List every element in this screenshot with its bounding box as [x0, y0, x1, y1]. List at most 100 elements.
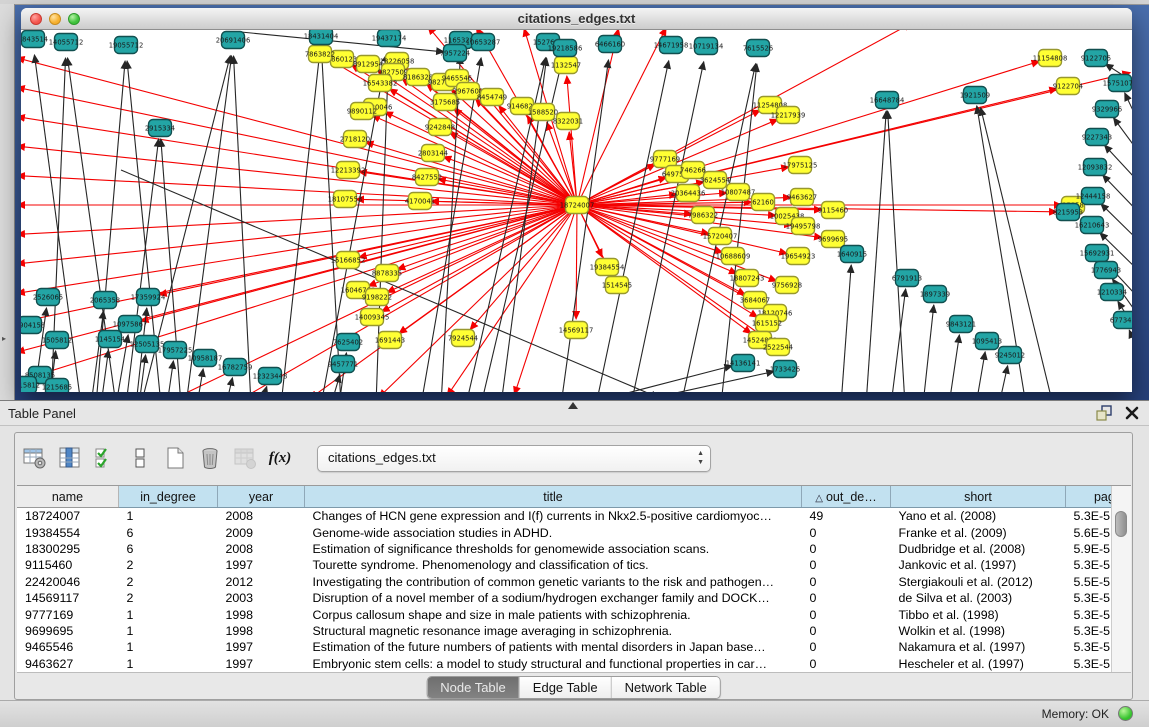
table-row[interactable]: 1456911722003Disruption of a novel membe…: [17, 590, 1131, 606]
graph-edge[interactable]: [1129, 330, 1132, 370]
column-visibility-icon[interactable]: [56, 444, 84, 472]
graph-edge[interactable]: [21, 58, 577, 205]
graph-edge[interactable]: [923, 305, 934, 392]
graph-node[interactable]: 8215953: [1053, 204, 1083, 221]
graph-node[interactable]: 9242848: [425, 119, 455, 136]
table-row[interactable]: 1872400712008Changes of HCN gene express…: [17, 508, 1131, 525]
graph-edge[interactable]: [21, 146, 577, 205]
table-cell[interactable]: Genome-wide association studies in ADHD.: [305, 524, 802, 540]
graph-node[interactable]: 2522544: [763, 339, 793, 356]
graph-node[interactable]: 18431404: [304, 30, 339, 45]
graph-node[interactable]: 17359924: [131, 289, 166, 306]
delete-table-icon[interactable]: [231, 444, 259, 472]
graph-edge[interactable]: [167, 361, 173, 392]
table-cell[interactable]: 1998: [218, 623, 305, 639]
graph-edge[interactable]: [1114, 118, 1132, 162]
graph-node[interactable]: 19055712: [109, 37, 144, 54]
table-cell[interactable]: 1997: [218, 656, 305, 672]
graph-node[interactable]: 12213392: [331, 162, 366, 179]
graph-node[interactable]: 9457771: [328, 356, 358, 373]
table-cell[interactable]: 1997: [218, 557, 305, 573]
graph-edge[interactable]: [21, 117, 577, 205]
table-cell[interactable]: Estimation of significance thresholds fo…: [305, 541, 802, 557]
table-cell[interactable]: Nakamura et al. (1997): [891, 639, 1066, 655]
graph-edge[interactable]: [561, 60, 609, 392]
column-header-short[interactable]: short: [891, 486, 1066, 508]
float-panel-icon[interactable]: [1095, 405, 1113, 421]
graph-edge[interactable]: [447, 205, 577, 392]
graph-node[interactable]: 9699695: [818, 231, 848, 248]
table-cell[interactable]: 0: [802, 574, 891, 590]
table-cell[interactable]: Stergiakouli et al. (2012): [891, 574, 1066, 590]
table-row[interactable]: 977716911998Corpus callosum shape and si…: [17, 606, 1131, 622]
graph-node[interactable]: 8427552: [412, 169, 442, 186]
table-panel-header[interactable]: Table Panel: [0, 400, 1149, 426]
close-panel-icon[interactable]: [1125, 406, 1139, 420]
graph-node[interactable]: 1733426: [770, 361, 800, 378]
table-cell[interactable]: 2008: [218, 541, 305, 557]
table-cell[interactable]: 2009: [218, 524, 305, 540]
graph-node[interactable]: 1904158: [21, 317, 45, 334]
graph-edge[interactable]: [91, 311, 104, 392]
table-cell[interactable]: Tourette syndrome. Phenomenology and cla…: [305, 557, 802, 573]
collapsed-control-panel[interactable]: ▸: [0, 4, 15, 400]
graph-node[interactable]: 4170041: [405, 193, 435, 210]
graph-edge[interactable]: [101, 350, 109, 392]
table-cell[interactable]: 6: [119, 524, 218, 540]
graph-node[interactable]: 19437174: [372, 30, 407, 47]
graph-node[interactable]: 9115460: [818, 202, 848, 219]
table-cell[interactable]: 1: [119, 508, 218, 525]
graph-node[interactable]: 9227343: [1082, 129, 1112, 146]
table-settings-icon[interactable]: [21, 444, 49, 472]
table-cell[interactable]: 1: [119, 656, 218, 672]
graph-node[interactable]: 16648784: [870, 92, 905, 109]
table-cell[interactable]: 19384554: [17, 524, 119, 540]
graph-node[interactable]: 1921509: [960, 87, 990, 104]
graph-edge[interactable]: [567, 76, 577, 205]
graph-edge[interactable]: [576, 205, 577, 319]
table-cell[interactable]: 2: [119, 557, 218, 573]
table-cell[interactable]: 0: [802, 524, 891, 540]
graph-node[interactable]: 1215685: [42, 379, 72, 393]
graph-node[interactable]: 9245012: [995, 347, 1025, 364]
graph-node[interactable]: 1505812: [42, 332, 72, 349]
scrollbar-thumb[interactable]: [1115, 511, 1127, 537]
table-cell[interactable]: 9115460: [17, 557, 119, 573]
graph-node[interactable]: 7957224: [440, 45, 470, 62]
graph-node[interactable]: 3624554: [700, 172, 730, 189]
table-cell[interactable]: 2008: [218, 508, 305, 525]
table-cell[interactable]: Hescheler et al. (1997): [891, 656, 1066, 672]
graph-edge[interactable]: [382, 205, 577, 312]
graph-node[interactable]: 6791913: [892, 270, 922, 287]
select-all-rows-icon[interactable]: [91, 444, 119, 472]
graph-node[interactable]: 1897339: [920, 286, 950, 303]
graph-node[interactable]: 62160: [752, 194, 775, 211]
table-cell[interactable]: 0: [802, 656, 891, 672]
table-cell[interactable]: 6: [119, 541, 218, 557]
graph-node[interactable]: 15692931: [1080, 245, 1115, 262]
graph-node[interactable]: 7863822: [305, 46, 335, 63]
graph-node[interactable]: 14671958: [654, 37, 689, 54]
graph-node[interactable]: 2065358: [90, 292, 120, 309]
tab-network-table[interactable]: Network Table: [611, 677, 720, 698]
graph-edge[interactable]: [577, 61, 1039, 205]
graph-node[interactable]: 16210643: [1075, 217, 1110, 234]
graph-node[interactable]: 1210334: [1097, 284, 1127, 301]
column-header-out_de[interactable]: △out_de…: [802, 486, 891, 508]
graph-node[interactable]: 1843514: [21, 31, 48, 48]
memory-status-led[interactable]: [1118, 706, 1133, 721]
graph-node[interactable]: 15166852: [331, 252, 366, 269]
graph-node[interactable]: 1615152: [752, 315, 782, 332]
graph-edge[interactable]: [888, 111, 905, 392]
table-cell[interactable]: 49: [802, 508, 891, 525]
graph-node[interactable]: 16782759: [218, 359, 253, 376]
network-canvas[interactable]: 1872400798601238912954182260589827509818…: [21, 30, 1132, 392]
table-cell[interactable]: 22420046: [17, 574, 119, 590]
table-cell[interactable]: 9777169: [17, 606, 119, 622]
table-cell[interactable]: 18724007: [17, 508, 119, 525]
table-cell[interactable]: 0: [802, 541, 891, 557]
graph-node[interactable]: 19654923: [781, 248, 816, 265]
graph-edge[interactable]: [241, 32, 444, 52]
table-cell[interactable]: 0: [802, 590, 891, 606]
window-titlebar[interactable]: citations_edges.txt: [21, 8, 1132, 30]
